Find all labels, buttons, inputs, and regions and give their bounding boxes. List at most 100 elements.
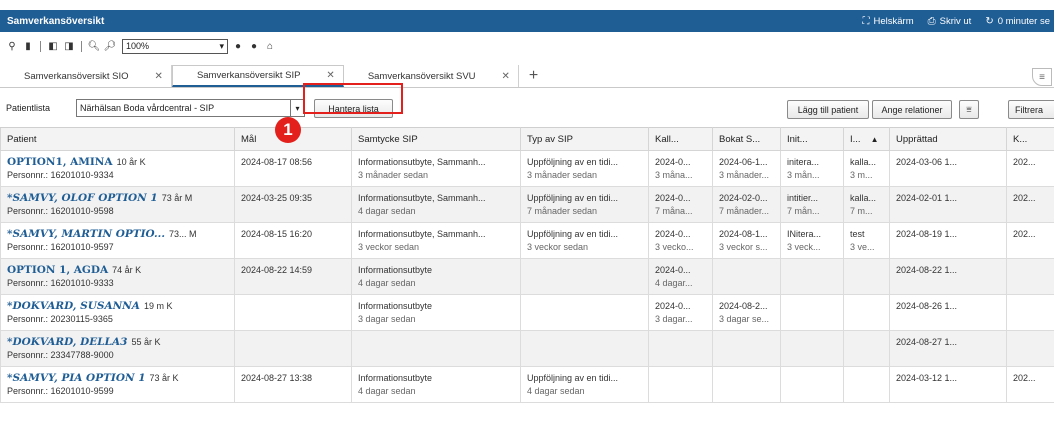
column-header[interactable]: Init...	[780, 127, 844, 151]
patient-cell[interactable]: *DOKVARD, DELLA3 55 år K Personnr.: 233477…	[0, 330, 235, 367]
table-cell[interactable]: 202...	[1006, 186, 1054, 223]
table-cell[interactable]: 2024-0... 4 dagar...	[648, 258, 713, 295]
table-row[interactable]: OPTION 1, AGDA 74 år K Personnr.: 16201010…	[0, 258, 1054, 295]
zoom-out-icon[interactable]: 🔍︎	[88, 40, 101, 52]
column-header-sorted[interactable]: I... ▲	[843, 127, 890, 151]
table-cell[interactable]: Uppföljning av en tidi... 3 månader sedan	[520, 150, 649, 187]
table-cell[interactable]: 202...	[1006, 150, 1054, 187]
table-cell[interactable]: Informationsutbyte 4 dagar sedan	[351, 258, 521, 295]
patient-name[interactable]: OPTION 1, AGDA	[7, 264, 108, 276]
table-cell[interactable]: Uppföljning av en tidi... 3 veckor sedan	[520, 222, 649, 259]
table-cell[interactable]	[1006, 330, 1054, 367]
zoom-in-icon[interactable]: 🔎︎	[104, 40, 117, 52]
zoom-select[interactable]: 100% ▾	[122, 38, 228, 54]
table-cell[interactable]	[780, 366, 844, 403]
document-icon[interactable]: ▮	[22, 40, 34, 52]
table-cell[interactable]: 2024-0... 3 måna...	[648, 150, 713, 187]
table-cell[interactable]: 2024-03-12 1...	[889, 366, 1007, 403]
table-cell[interactable]	[780, 294, 844, 331]
table-cell[interactable]: 2024-08-15 16:20	[234, 222, 352, 259]
patient-name[interactable]: *DOKVARD, SUSANNA	[7, 300, 140, 312]
table-cell[interactable]	[843, 258, 890, 295]
table-cell[interactable]	[843, 294, 890, 331]
table-cell[interactable]	[780, 258, 844, 295]
table-cell[interactable]: Uppföljning av en tidi... 7 månader sedan	[520, 186, 649, 223]
table-cell[interactable]	[520, 330, 649, 367]
tab-sio[interactable]: Samverkansöversikt SIO ✕	[0, 65, 172, 87]
patient-list-select[interactable]: Närhälsan Boda vårdcentral - SIP ▾	[76, 99, 305, 117]
page-first-icon[interactable]: ◧	[47, 40, 59, 52]
refresh-button[interactable]: ↻ 0 minuter se	[985, 16, 1050, 27]
table-row[interactable]: OPTION1, AMINA 10 år K Personnr.: 16201010…	[0, 150, 1054, 187]
binoculars-icon[interactable]: ⚲	[6, 40, 18, 52]
table-cell[interactable]	[843, 330, 890, 367]
table-cell[interactable]: Informationsutbyte 3 dagar sedan	[351, 294, 521, 331]
columns-button[interactable]: ⩸	[959, 100, 979, 119]
table-cell[interactable]: 2024-03-06 1...	[889, 150, 1007, 187]
table-cell[interactable]: 2024-0... 3 vecko...	[648, 222, 713, 259]
page-last-icon[interactable]: ◨	[63, 40, 75, 52]
table-cell[interactable]	[712, 366, 781, 403]
patient-name[interactable]: *DOKVARD, DELLA3	[7, 336, 127, 348]
column-header[interactable]: Typ av SIP	[520, 127, 649, 151]
table-cell[interactable]: Informationsutbyte, Sammanh... 3 veckor s…	[351, 222, 521, 259]
patient-cell[interactable]: OPTION1, AMINA 10 år K Personnr.: 16201010…	[0, 150, 235, 187]
fullscreen-button[interactable]: ⛶ Helskärm	[863, 16, 914, 27]
table-row[interactable]: *SAMVY, OLOF OPTION 1 73 år M Personnr.: 1…	[0, 186, 1054, 223]
table-cell[interactable]: kalla... 3 m...	[843, 150, 890, 187]
table-cell[interactable]	[1006, 258, 1054, 295]
stop-icon[interactable]: ●	[232, 40, 244, 52]
patient-cell[interactable]: *DOKVARD, SUSANNA 19 m K Personnr.: 202301…	[0, 294, 235, 331]
print-button[interactable]: ⎙ Skriv ut	[928, 16, 972, 27]
table-cell[interactable]: INitera... 3 veck...	[780, 222, 844, 259]
table-cell[interactable]: Uppföljning av en tidi... 4 dagar sedan	[520, 366, 649, 403]
table-cell[interactable]: kalla... 7 m...	[843, 186, 890, 223]
table-cell[interactable]: Informationsutbyte, Sammanh... 3 månader …	[351, 150, 521, 187]
table-cell[interactable]: Informationsutbyte, Sammanh... 4 dagar se…	[351, 186, 521, 223]
menu-icon[interactable]: ≡	[1032, 68, 1052, 86]
patient-name[interactable]: OPTION1, AMINA	[7, 156, 113, 168]
patient-cell[interactable]: *SAMVY, OLOF OPTION 1 73 år M Personnr.: 1…	[0, 186, 235, 223]
patient-name[interactable]: *SAMVY, OLOF OPTION 1	[7, 192, 158, 204]
table-cell[interactable]: 2024-0... 7 måna...	[648, 186, 713, 223]
table-cell[interactable]	[780, 330, 844, 367]
table-cell[interactable]: 202...	[1006, 366, 1054, 403]
close-icon[interactable]: ✕	[155, 71, 163, 82]
set-relations-button[interactable]: Ange relationer	[872, 100, 952, 119]
table-cell[interactable]: 2024-08-27 13:38	[234, 366, 352, 403]
close-icon[interactable]: ✕	[326, 70, 334, 81]
table-cell[interactable]	[520, 294, 649, 331]
table-row[interactable]: *SAMVY, MARTIN OPTIO... 73... M Personnr.:…	[0, 222, 1054, 259]
table-cell[interactable]	[648, 366, 713, 403]
column-header[interactable]: Samtycke SIP	[351, 127, 521, 151]
add-patient-button[interactable]: Lägg till patient	[787, 100, 869, 119]
table-cell[interactable]	[351, 330, 521, 367]
table-cell[interactable]: 2024-08-27 1...	[889, 330, 1007, 367]
table-cell[interactable]: 2024-08-22 14:59	[234, 258, 352, 295]
table-cell[interactable]	[648, 330, 713, 367]
table-row[interactable]: *SAMVY, PIA OPTION 1 73 år K Personnr.: 16…	[0, 366, 1054, 403]
table-row[interactable]: *DOKVARD, DELLA3 55 år K Personnr.: 233477…	[0, 330, 1054, 367]
table-cell[interactable]: intitier... 7 mån...	[780, 186, 844, 223]
table-cell[interactable]	[712, 330, 781, 367]
table-cell[interactable]: 2024-02-01 1...	[889, 186, 1007, 223]
patient-name[interactable]: *SAMVY, PIA OPTION 1	[7, 372, 146, 384]
patient-cell[interactable]: *SAMVY, MARTIN OPTIO... 73... M Personnr.:…	[0, 222, 235, 259]
filter-button[interactable]: Filtrera	[1008, 100, 1054, 119]
table-cell[interactable]: 202...	[1006, 222, 1054, 259]
table-cell[interactable]	[234, 294, 352, 331]
table-cell[interactable]: 2024-03-25 09:35	[234, 186, 352, 223]
table-cell[interactable]: 2024-08-2... 3 dagar se...	[712, 294, 781, 331]
table-cell[interactable]: initera... 3 mån...	[780, 150, 844, 187]
table-row[interactable]: *DOKVARD, SUSANNA 19 m K Personnr.: 202301…	[0, 294, 1054, 331]
table-cell[interactable]: 2024-08-26 1...	[889, 294, 1007, 331]
table-cell[interactable]	[234, 330, 352, 367]
column-header[interactable]: Upprättad	[889, 127, 1007, 151]
home-icon[interactable]: ⌂	[264, 40, 276, 52]
add-tab-icon[interactable]: +	[519, 65, 548, 87]
table-cell[interactable]: 2024-08-22 1...	[889, 258, 1007, 295]
patient-name[interactable]: *SAMVY, MARTIN OPTIO...	[7, 228, 165, 240]
table-cell[interactable]	[843, 366, 890, 403]
table-cell[interactable]	[520, 258, 649, 295]
table-cell[interactable]: 2024-08-19 1...	[889, 222, 1007, 259]
